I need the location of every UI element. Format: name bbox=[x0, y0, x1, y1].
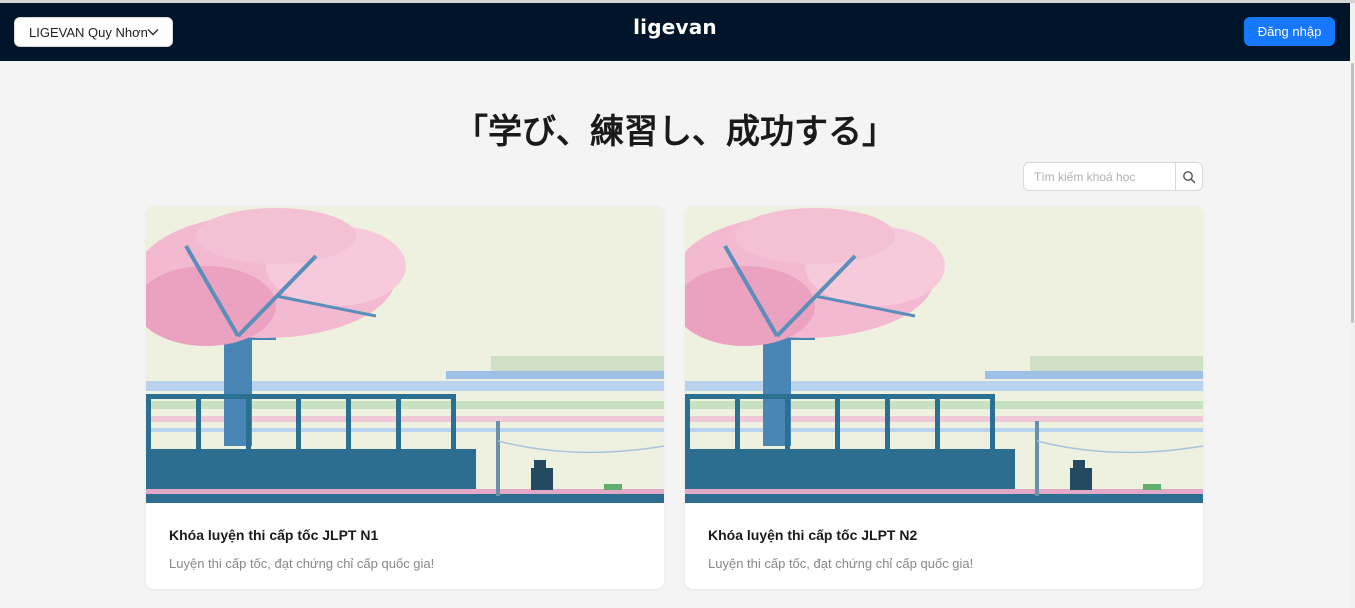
search-icon bbox=[1183, 170, 1196, 183]
scrollbar-thumb[interactable] bbox=[1351, 63, 1354, 323]
logo[interactable]: ligevan bbox=[0, 15, 1350, 39]
course-title[interactable]: Khóa luyện thi cấp tốc JLPT N2 bbox=[708, 527, 917, 543]
course-cover-image bbox=[685, 206, 1203, 503]
login-button[interactable]: Đăng nhập bbox=[1244, 17, 1335, 46]
course-title[interactable]: Khóa luyện thi cấp tốc JLPT N1 bbox=[169, 527, 378, 543]
course-description: Luyện thi cấp tốc, đạt chứng chỉ cấp quố… bbox=[708, 556, 974, 571]
course-cover-image bbox=[146, 206, 664, 503]
course-card[interactable]: Khóa luyện thi cấp tốc JLPT N2 Luyện thi… bbox=[685, 206, 1203, 589]
page-title: 「学び、練習し、成功する」 bbox=[454, 112, 896, 152]
search-button[interactable] bbox=[1175, 163, 1202, 190]
course-description: Luyện thi cấp tốc, đạt chứng chỉ cấp quố… bbox=[169, 556, 435, 571]
search-input[interactable] bbox=[1024, 163, 1175, 190]
top-navbar: LIGEVAN Quy Nhơn ligevan Đăng nhập bbox=[0, 3, 1350, 61]
page-scrollbar[interactable] bbox=[1350, 3, 1355, 608]
course-search bbox=[1023, 162, 1203, 191]
course-card[interactable]: Khóa luyện thi cấp tốc JLPT N1 Luyện thi… bbox=[146, 206, 664, 589]
